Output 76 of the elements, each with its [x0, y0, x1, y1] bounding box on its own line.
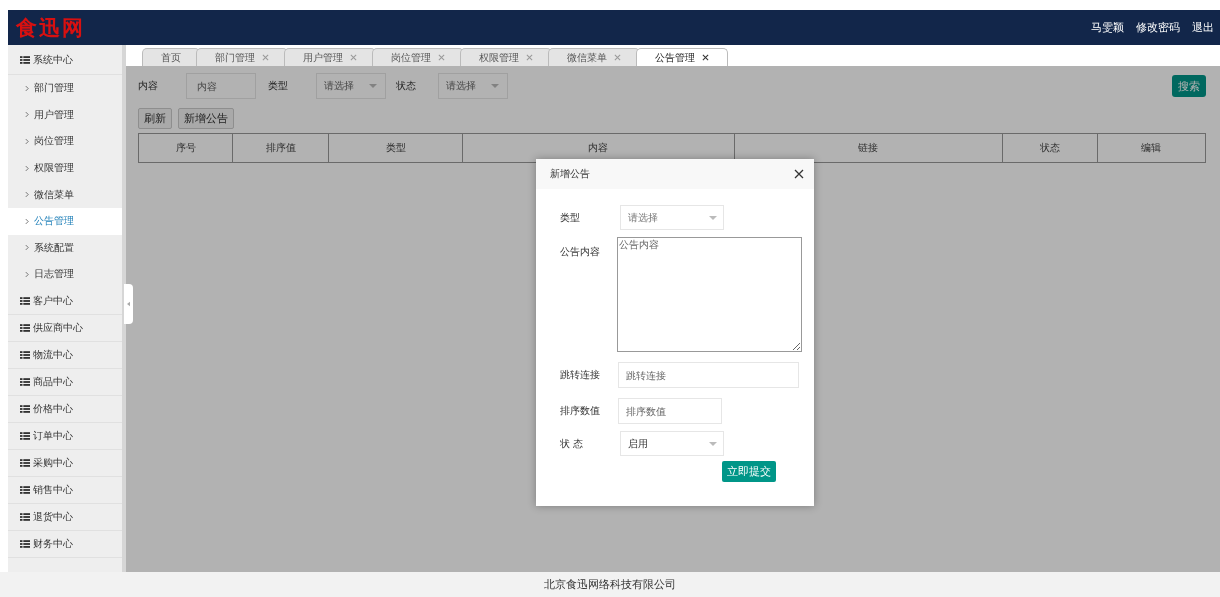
column-header: 排序值	[233, 134, 329, 162]
list-icon	[20, 55, 30, 64]
column-header: 状态	[1003, 134, 1098, 162]
list-icon	[20, 485, 30, 494]
filter-label: 类型	[268, 79, 289, 93]
close-icon[interactable]	[794, 169, 804, 179]
collapse-handle[interactable]	[124, 284, 133, 324]
chevron-icon	[25, 217, 29, 225]
group-label: 物流中心	[33, 347, 73, 362]
group-label: 订单中心	[33, 428, 73, 443]
sidebar-item[interactable]: 岗位管理	[8, 128, 122, 155]
list-icon	[20, 512, 30, 521]
group-label: 商品中心	[33, 374, 73, 389]
group-label: 供应商中心	[33, 320, 83, 335]
list-icon	[20, 404, 30, 413]
group-label: 财务中心	[33, 536, 73, 551]
filter-field[interactable]: 内容	[186, 73, 256, 99]
dialog-title: 新增公告	[550, 167, 590, 181]
chevron-icon	[25, 84, 29, 92]
logo: 食迅网	[16, 13, 85, 42]
list-icon	[20, 539, 30, 548]
list-icon	[20, 431, 30, 440]
header-link[interactable]: 退出	[1192, 20, 1214, 35]
chevron-icon	[25, 244, 29, 252]
field-label: 状 态	[560, 436, 585, 451]
toolbar-button[interactable]: 新增公告	[178, 108, 234, 129]
field-label: 公告内容	[560, 245, 601, 259]
list-icon	[20, 458, 30, 467]
column-header: 类型	[328, 134, 464, 162]
sidebar-item[interactable]: 权限管理	[8, 154, 122, 182]
sidebar-item[interactable]: 系统配置	[8, 234, 122, 262]
filter-label: 内容	[138, 79, 159, 93]
group-label: 客户中心	[33, 293, 73, 308]
submit-button[interactable]: 立即提交	[722, 461, 776, 482]
group-label: 系统中心	[33, 52, 73, 67]
filter-label: 状态	[396, 79, 417, 93]
field-label: 跳转连接	[560, 368, 601, 382]
toolbar-button[interactable]: 刷新	[138, 108, 172, 129]
list-icon	[20, 323, 30, 332]
chevron-icon	[25, 191, 29, 199]
chevron-icon	[25, 138, 29, 145]
group-label: 退货中心	[33, 509, 73, 524]
list-icon	[20, 377, 30, 386]
chevron-icon	[25, 164, 29, 172]
column-header: 编辑	[1140, 141, 1163, 155]
sidebar-item[interactable]: 微信菜单	[8, 181, 122, 208]
footer-text: 北京食迅网络科技有限公司	[0, 572, 1220, 597]
column-header: 序号	[139, 134, 234, 162]
input-field[interactable]: 排序数值	[618, 398, 722, 424]
select-field[interactable]: 启用	[620, 431, 724, 456]
caret-icon	[369, 84, 377, 88]
tab[interactable]: 公告管理	[636, 48, 728, 66]
input-field[interactable]: 跳转连接	[618, 362, 799, 388]
content-field[interactable]: 公告内容	[617, 237, 802, 352]
sidebar-item[interactable]: 用户管理	[8, 101, 122, 129]
field-label: 排序数值	[560, 404, 601, 418]
group-label: 价格中心	[33, 401, 73, 416]
group-label: 采购中心	[33, 455, 73, 470]
header-link[interactable]: 修改密码	[1136, 20, 1180, 35]
field-label: 类型	[560, 210, 581, 225]
caret-icon	[491, 84, 499, 88]
sidebar-item[interactable]: 日志管理	[8, 261, 122, 288]
caret-icon	[709, 441, 717, 446]
chevron-icon	[25, 111, 29, 119]
chevron-icon	[25, 270, 29, 278]
close-icon[interactable]	[702, 54, 709, 61]
list-icon	[20, 350, 30, 359]
list-icon	[20, 296, 30, 305]
filter-select[interactable]: 请选择	[316, 73, 386, 99]
filter-select[interactable]: 请选择	[438, 73, 508, 99]
header-link[interactable]: 马雯颖	[1091, 20, 1124, 35]
select-field[interactable]: 请选择	[620, 205, 724, 230]
sidebar-item[interactable]: 部门管理	[8, 75, 122, 102]
group-label: 销售中心	[33, 482, 73, 497]
caret-icon	[709, 215, 717, 220]
sidebar-item[interactable]: 公告管理	[8, 207, 122, 235]
